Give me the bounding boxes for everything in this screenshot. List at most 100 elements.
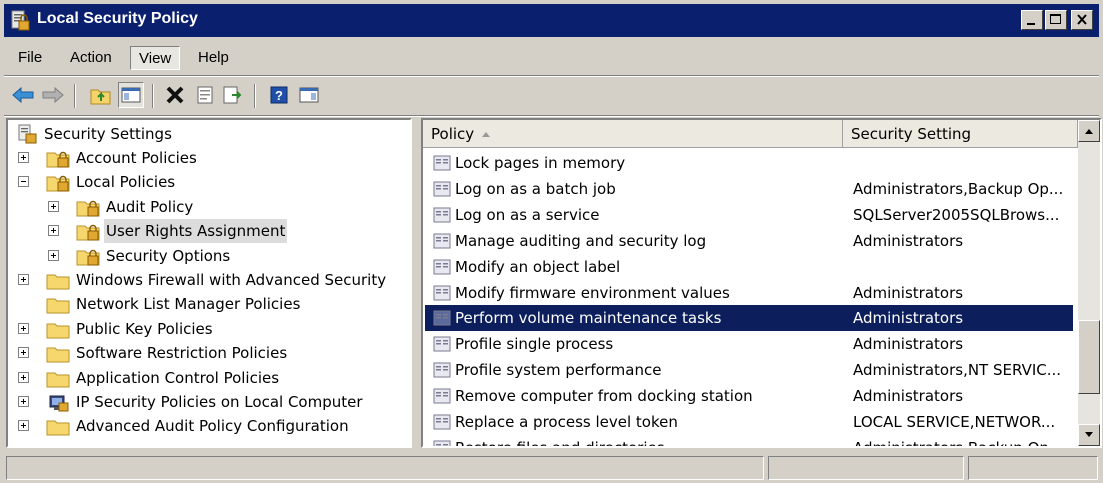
up-folder-icon[interactable]	[88, 82, 114, 108]
security-settings-icon	[18, 124, 37, 144]
status-panel-main	[6, 456, 764, 480]
policy-icon	[433, 207, 451, 223]
tree-item-label: Advanced Audit Policy Configuration	[76, 417, 349, 436]
list-pane[interactable]: Policy Security Setting Lock pages in me…	[421, 118, 1102, 448]
folder-icon	[46, 372, 70, 388]
policy-setting: Administrators	[853, 283, 964, 302]
export-list-icon[interactable]	[220, 82, 246, 108]
minimize-icon[interactable]	[1021, 10, 1043, 30]
folder-icon	[46, 298, 70, 314]
policy-name: Manage auditing and security log	[455, 231, 707, 250]
expand-icon[interactable]	[18, 274, 29, 285]
folder-icon	[46, 323, 70, 339]
policy-icon	[433, 233, 451, 249]
policy-name: Profile system performance	[455, 361, 662, 380]
policy-setting: Administrators,Backup Op...	[853, 179, 1064, 198]
policy-name: Modify firmware environment values	[455, 283, 730, 302]
expand-icon[interactable]	[48, 249, 59, 261]
tree-item-label: Audit Policy	[106, 197, 194, 216]
policy-row[interactable]: Perform volume maintenance tasks Administ…	[425, 305, 1073, 332]
folder-icon	[46, 347, 70, 363]
tree-item-label: Windows Firewall with Advanced Security	[76, 271, 387, 289]
status-panel-2	[768, 456, 964, 480]
expand-icon[interactable]	[18, 396, 29, 407]
policy-name: Log on as a service	[455, 205, 600, 224]
close-icon[interactable]	[1071, 10, 1093, 30]
menu-separator	[4, 75, 1099, 77]
policy-icon	[433, 362, 451, 378]
delete-icon[interactable]	[162, 82, 188, 108]
help-icon[interactable]: ?	[266, 82, 292, 108]
policy-name: Modify an object label	[455, 257, 621, 276]
menu-help[interactable]: Help	[190, 46, 237, 70]
expand-icon[interactable]	[18, 322, 29, 334]
tree-pane[interactable]: Security Settings Account Policies Local …	[6, 118, 412, 448]
policy-name: Perform volume maintenance tasks	[455, 309, 722, 328]
scrollbar-thumb[interactable]	[1078, 320, 1100, 394]
security-policy-icon	[11, 10, 30, 31]
policy-setting: Administrators,Backup Op...	[853, 435, 1071, 446]
policy-row[interactable]: Lock pages in memory	[425, 150, 1073, 176]
expand-icon[interactable]	[18, 420, 29, 432]
policy-row[interactable]: Replace a process level token LOCAL SERVI…	[425, 409, 1073, 435]
scroll-up-icon[interactable]	[1078, 120, 1100, 142]
vertical-scrollbar[interactable]	[1078, 120, 1100, 446]
policy-row[interactable]: Manage auditing and security log Administ…	[425, 228, 1073, 254]
expand-icon[interactable]	[18, 152, 29, 163]
status-panel-3	[968, 456, 1098, 480]
policy-row[interactable]: Modify firmware environment values Admini…	[425, 280, 1073, 306]
expand-icon[interactable]	[18, 371, 29, 383]
folder-lock-icon	[46, 151, 70, 168]
folder-lock-icon	[46, 176, 70, 192]
forward-arrow-icon[interactable]	[40, 82, 66, 108]
tree-item-label: Account Policies	[76, 149, 197, 167]
policy-row[interactable]: Log on as a batch job Administrators,Back…	[425, 176, 1073, 202]
menu-file[interactable]: File	[10, 46, 50, 70]
tree-item-label: Public Key Policies	[76, 319, 213, 338]
policy-setting: SQLServer2005SQLBrows...	[853, 205, 1060, 224]
expand-icon[interactable]	[48, 200, 59, 212]
folder-lock-icon	[76, 225, 100, 241]
tree-item-label: Application Control Policies	[76, 368, 280, 387]
policy-icon	[433, 440, 451, 446]
collapse-icon[interactable]	[18, 176, 29, 188]
policy-row[interactable]: Log on as a service SQLServer2005SQLBrows…	[425, 202, 1073, 228]
policy-row[interactable]: Profile system performance Administrators…	[425, 357, 1073, 383]
ip-security-icon	[49, 395, 69, 412]
properties-icon[interactable]	[192, 82, 218, 108]
policy-icon	[433, 310, 451, 326]
show-hide-tree-icon[interactable]	[118, 82, 144, 108]
policy-icon	[433, 414, 451, 430]
policy-setting: Administrators	[853, 387, 964, 406]
tree-item-label: IP Security Policies on Local Computer	[76, 393, 363, 411]
window-title: Local Security Policy	[37, 10, 198, 27]
policy-row[interactable]: Profile single process Administrators	[425, 331, 1073, 357]
scroll-down-icon[interactable]	[1078, 424, 1100, 446]
policy-row[interactable]: Modify an object label	[425, 254, 1073, 280]
toolbar: ?	[4, 78, 1099, 114]
menu-action[interactable]: Action	[62, 46, 120, 70]
folder-lock-icon	[76, 200, 100, 217]
policy-icon	[433, 181, 451, 197]
expand-icon[interactable]	[18, 347, 29, 359]
sort-ascending-icon	[482, 132, 490, 137]
expand-icon[interactable]	[48, 225, 59, 237]
show-action-pane-icon[interactable]	[296, 82, 322, 108]
policy-name: Remove computer from docking station	[455, 387, 753, 406]
menu-view[interactable]: View	[130, 46, 181, 70]
policy-setting: LOCAL SERVICE,NETWOR...	[853, 413, 1056, 431]
policy-icon	[433, 259, 451, 275]
tree-item-label: Local Policies	[76, 173, 176, 192]
tree-item-label: Security Options	[106, 246, 231, 265]
policy-name: Replace a process level token	[455, 413, 678, 431]
title-bar[interactable]: Local Security Policy	[4, 4, 1099, 37]
menu-bar: File Action View Help	[4, 42, 1099, 74]
policy-row[interactable]: Restore files and directories Administrat…	[425, 435, 1073, 446]
column-header-security-setting[interactable]: Security Setting	[843, 120, 1078, 148]
tree-root-label: Security Settings	[44, 125, 172, 143]
maximize-icon[interactable]	[1045, 10, 1067, 30]
policy-row[interactable]: Remove computer from docking station Admi…	[425, 383, 1073, 409]
back-arrow-icon[interactable]	[10, 82, 36, 108]
column-header-policy[interactable]: Policy	[423, 120, 843, 148]
folder-icon	[46, 420, 70, 436]
